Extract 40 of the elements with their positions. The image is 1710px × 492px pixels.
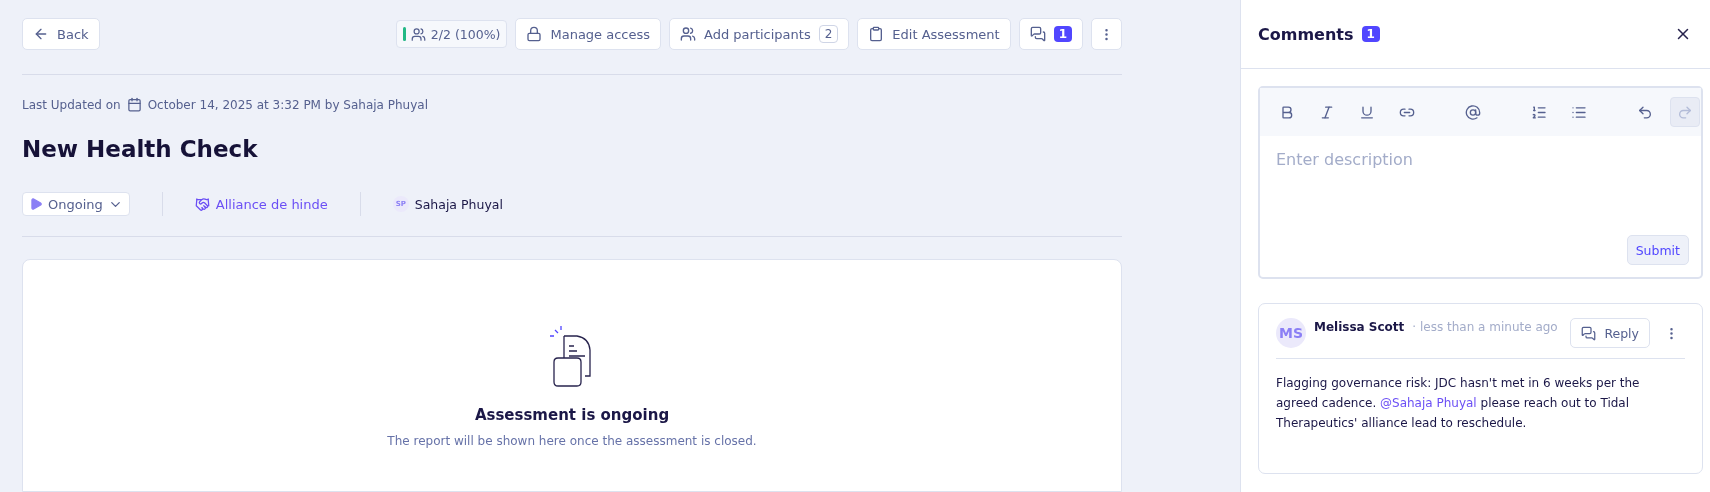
owner-name: Sahaja Phuyal <box>414 196 503 212</box>
author-avatar: MS <box>1276 318 1306 348</box>
reply-button[interactable]: Reply <box>1570 318 1650 348</box>
comments-icon <box>1029 26 1046 42</box>
progress-text: 2/2 (100%) <box>430 26 501 42</box>
comment-text: Flagging governance risk: JDC hasn't met in 6 weeks per the agreed cadence. @Sahaja Phuyal please reach out to Tidal Therapeutics' alliance lead to reschedule. <box>1276 375 1641 432</box>
edit-assessment-button[interactable]: Edit Assessment <box>857 18 1011 50</box>
button-label: Manage access <box>550 26 651 42</box>
reply-icon <box>1581 325 1597 341</box>
comment-count-badge: 1 <box>1361 26 1380 42</box>
author-name: Melissa Scott <box>1314 320 1405 334</box>
report-heading: Assessment is ongoing <box>474 406 670 424</box>
calendar-icon <box>126 97 142 112</box>
handshake-icon <box>194 196 210 212</box>
manage-access-button[interactable]: Manage access <box>515 18 662 50</box>
button-label: Edit Assessment <box>892 26 1000 42</box>
people-icon <box>680 26 697 42</box>
clipboard-icon <box>868 26 885 42</box>
comment-count-badge: 1 <box>1053 26 1072 42</box>
comment-editor[interactable]: Enter description Submit <box>1258 86 1703 279</box>
add-participants-button[interactable]: Add participants 2 <box>669 18 850 50</box>
lock-icon <box>526 26 543 42</box>
report-message: The report will be shown here once the assessment is closed. <box>387 434 757 448</box>
button-label: Add participants <box>704 26 811 42</box>
page-title: New Health Check <box>22 136 259 162</box>
last-updated-text: October 14, 2025 at 3:32 PM by Sahaja Phuyal <box>147 97 428 112</box>
play-icon <box>29 197 43 211</box>
back-button[interactable]: Back <box>22 18 100 50</box>
alliance-link[interactable]: Alliance de hinde <box>194 196 328 212</box>
last-updated-label: Last Updated on <box>22 97 121 112</box>
people-icon <box>410 26 426 42</box>
comment-time: · less than a minute ago <box>1412 320 1559 334</box>
status-dropdown[interactable]: Ongoing <box>22 192 130 216</box>
panel-title: Comments <box>1258 24 1354 44</box>
submit-button[interactable]: Submit <box>1626 235 1689 265</box>
participant-count: 2 <box>818 25 839 43</box>
comments-button[interactable]: 1 <box>1018 18 1083 50</box>
mention-link[interactable]: @Sahaja Phuyal <box>1380 396 1477 410</box>
alliance-name: Alliance de hinde <box>215 196 328 212</box>
mention-icon <box>1465 103 1481 121</box>
